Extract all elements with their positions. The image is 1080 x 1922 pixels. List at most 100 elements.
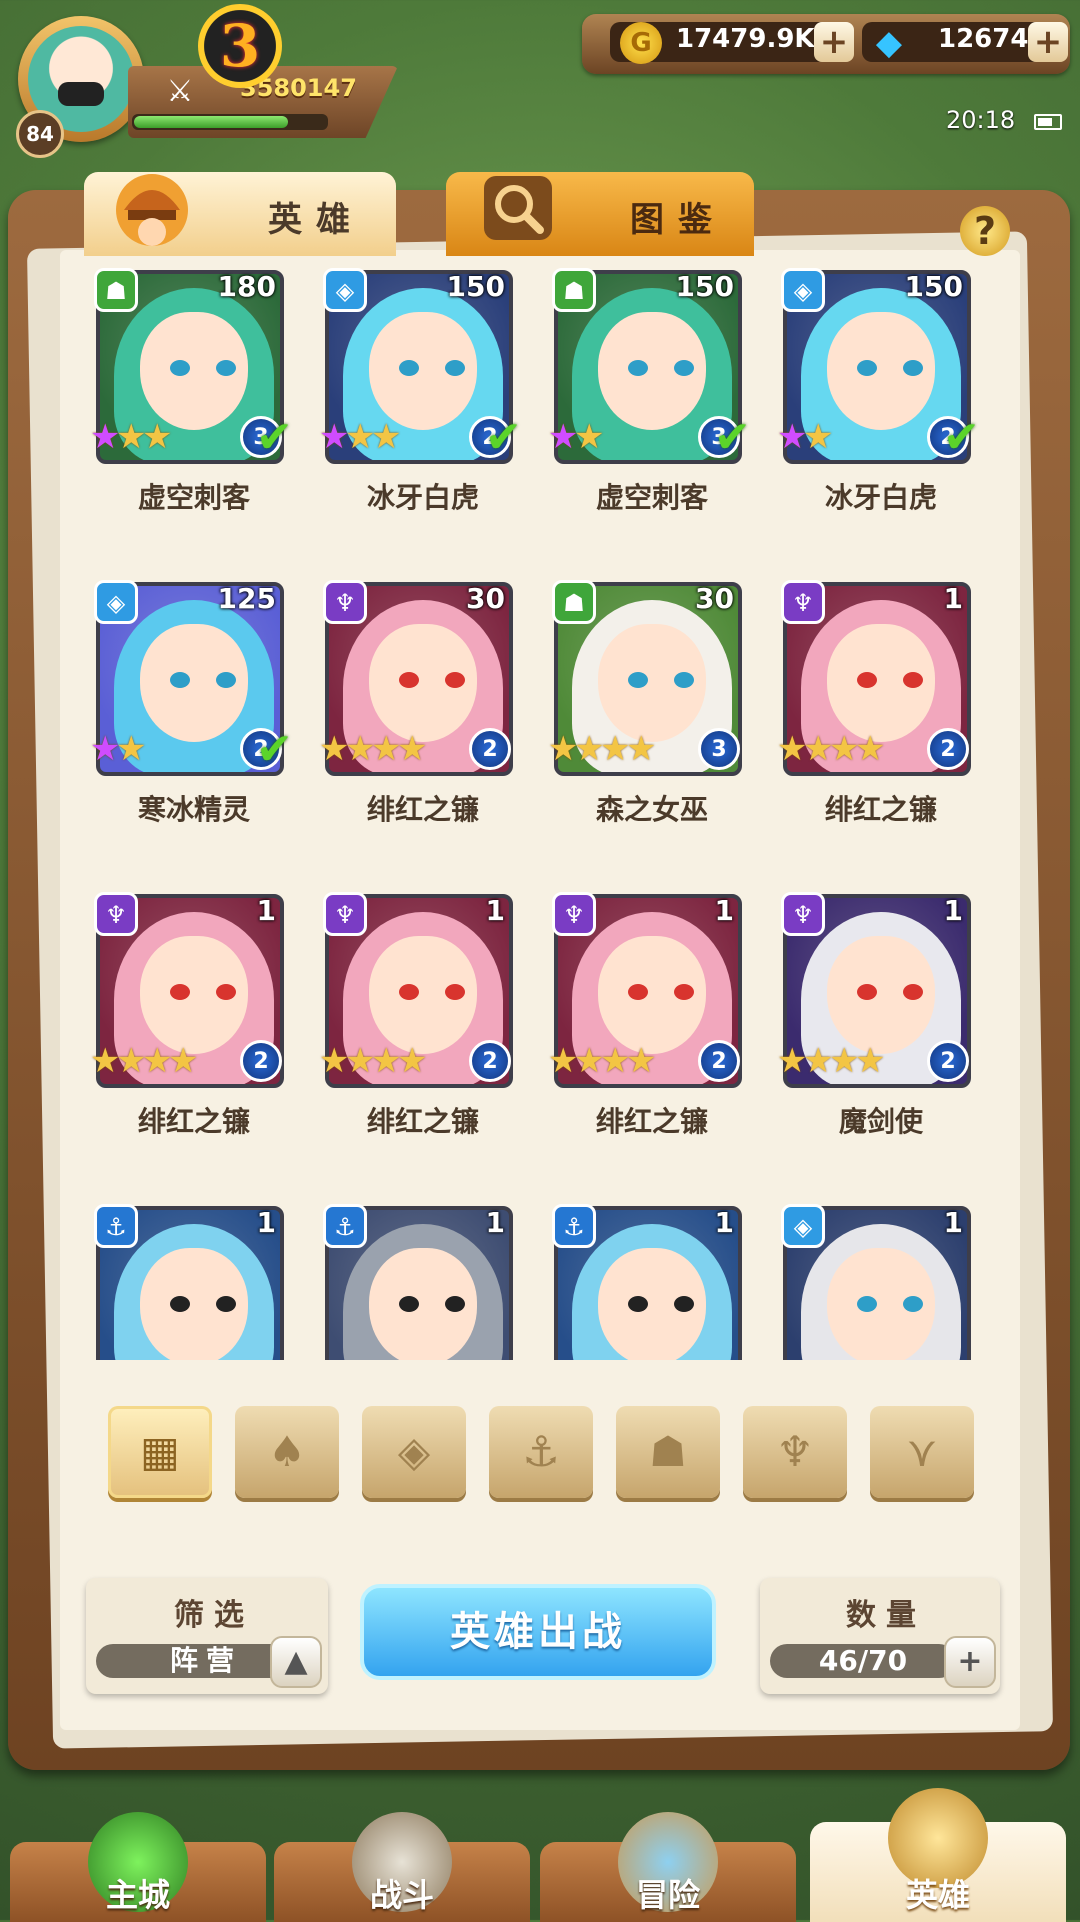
deployed-check-icon: ✔	[485, 412, 522, 463]
demon-camp-icon: ♆	[781, 580, 825, 624]
help-button[interactable]: ?	[960, 206, 1010, 256]
sea-camp-icon: ⚓	[94, 1204, 138, 1248]
hero-eye	[628, 984, 648, 1000]
hero-eye	[170, 672, 190, 688]
hero-rank-badge: 2	[469, 728, 511, 770]
star-icon: ★	[142, 417, 173, 457]
nav-hero[interactable]: 英雄	[810, 1788, 1066, 1922]
tab-atlas-label: 图鉴	[630, 200, 726, 240]
hero-card[interactable]: ♆ 1 ★★★★ 2 绯红之镰	[546, 890, 742, 1138]
hero-name: 虚空刺客	[595, 481, 708, 514]
nav-adventure-label: 冒险	[635, 1876, 700, 1914]
diamond-icon: ◆	[875, 23, 903, 63]
avatar-mask	[58, 82, 104, 106]
dark-camp-icon[interactable]: ⋎	[870, 1406, 974, 1498]
hero-eye	[216, 984, 236, 1000]
hero-stars: ★★	[777, 420, 833, 454]
hero-eye	[628, 360, 648, 376]
hero-level: 30	[466, 582, 505, 615]
sea-camp-icon: ⚓	[552, 1204, 596, 1248]
hero-name: 虚空刺客	[137, 481, 250, 514]
forest-camp-icon[interactable]: ♠	[235, 1406, 339, 1498]
hero-card[interactable]: ♆ 1 ★★★★ 2 绯红之镰	[775, 578, 971, 826]
hero-level: 150	[675, 270, 734, 303]
nav-battle-label: 战斗	[369, 1876, 434, 1914]
hero-stars: ★★★★	[777, 732, 885, 766]
beast-camp-icon[interactable]: ☗	[616, 1406, 720, 1498]
hero-name: 冰牙白虎	[366, 481, 479, 514]
hero-card[interactable]: ◈ 150 ★★★ 2 ✔ 冰牙白虎	[317, 266, 522, 514]
hero-card[interactable]: ◈ 125 ★★ 2 ✔ 寒冰精灵	[88, 578, 293, 826]
hero-card[interactable]: ⚓ 1	[546, 1202, 742, 1360]
hero-eye	[674, 1296, 694, 1312]
hero-card[interactable]: ◈ 150 ★★ 2 ✔ 冰牙白虎	[775, 266, 980, 514]
all-camps-icon[interactable]: ▦	[108, 1406, 212, 1498]
hero-eye	[216, 1296, 236, 1312]
nav-hero-label: 英雄	[905, 1876, 970, 1914]
ice-camp-icon[interactable]: ◈	[362, 1406, 466, 1498]
hero-card[interactable]: ♆ 30 ★★★★ 2 绯红之镰	[317, 578, 513, 826]
hero-card[interactable]: ☗ 150 ★★ 3 ✔ 虚空刺客	[546, 266, 751, 514]
hero-eye	[170, 1296, 190, 1312]
hero-eye	[170, 984, 190, 1000]
hero-card[interactable]: ☗ 30 ★★★★ 3 森之女巫	[546, 578, 742, 826]
star-icon: ★	[574, 417, 605, 457]
filter-label: 筛选	[174, 1598, 254, 1633]
filter-expand-button[interactable]: ▲	[270, 1636, 322, 1688]
nav-battle[interactable]: 战斗	[274, 1812, 530, 1922]
sea-camp-icon[interactable]: ⚓	[489, 1406, 593, 1498]
demon-camp-icon[interactable]: ♆	[743, 1406, 847, 1498]
deploy-heroes-button[interactable]: 英雄出战	[360, 1584, 716, 1680]
beast-camp-icon: ☗	[552, 268, 596, 312]
hero-eye	[674, 360, 694, 376]
beast-camp-icon: ☗	[552, 580, 596, 624]
hero-level: 125	[217, 582, 276, 615]
hero-card[interactable]: ♆ 1 ★★★★ 2 魔剑使	[775, 890, 971, 1138]
star-icon: ★	[371, 417, 402, 457]
hero-eye	[903, 984, 923, 1000]
hero-card[interactable]: ⚓ 1	[88, 1202, 284, 1360]
hero-rank-badge: 3	[698, 728, 740, 770]
gold-amount: 17479.9K	[676, 24, 815, 54]
hero-eye	[903, 672, 923, 688]
hero-name: 绯红之镰	[595, 1105, 708, 1138]
player-level-badge: 84	[16, 110, 64, 158]
hero-stars: ★★	[90, 732, 146, 766]
hero-level: 1	[943, 894, 963, 927]
hero-grid: ☗ 180 ★★★ 3 ✔ 虚空刺客 ◈ 150 ★★★ 2 ✔ 冰牙白虎 ☗ 150 ★★ 3 ✔ 虚空刺客 ◈ 1…	[86, 266, 998, 1360]
hero-stars: ★★★★	[319, 1044, 427, 1078]
star-icon: ★	[626, 729, 657, 769]
add-gold-button[interactable]: +	[814, 22, 854, 62]
deployed-check-icon: ✔	[714, 412, 751, 463]
hero-card[interactable]: ◈ 1	[775, 1202, 971, 1360]
deployed-check-icon: ✔	[256, 724, 293, 775]
gem-amount: 12674	[938, 24, 1029, 54]
magnifier-icon	[484, 176, 552, 240]
star-icon: ★	[168, 1041, 199, 1081]
clock: 20:18	[946, 106, 1016, 134]
sea-camp-icon: ⚓	[323, 1204, 367, 1248]
hero-name: 绯红之镰	[366, 1105, 479, 1138]
vip-level-badge[interactable]: 3	[198, 4, 282, 88]
hero-eye	[216, 360, 236, 376]
hero-name: 绯红之镰	[366, 793, 479, 826]
nav-city[interactable]: 主城	[10, 1812, 266, 1922]
expand-capacity-button[interactable]: +	[944, 1636, 996, 1688]
nav-adventure[interactable]: 冒险	[540, 1812, 796, 1922]
demon-camp-icon: ♆	[323, 580, 367, 624]
hero-stars: ★★★★	[90, 1044, 198, 1078]
deployed-check-icon: ✔	[943, 412, 980, 463]
add-gems-button[interactable]: +	[1028, 22, 1068, 62]
hero-eye	[628, 672, 648, 688]
hero-level: 1	[714, 894, 734, 927]
hero-eye	[399, 672, 419, 688]
hero-card[interactable]: ♆ 1 ★★★★ 2 绯红之镰	[88, 890, 284, 1138]
hero-card[interactable]: ♆ 1 ★★★★ 2 绯红之镰	[317, 890, 513, 1138]
hero-card[interactable]: ⚓ 1	[317, 1202, 513, 1360]
hero-stars: ★★★	[90, 420, 172, 454]
hero-eye	[445, 984, 465, 1000]
hero-name: 魔剑使	[838, 1105, 923, 1138]
demon-camp-icon: ♆	[323, 892, 367, 936]
hero-card[interactable]: ☗ 180 ★★★ 3 ✔ 虚空刺客	[88, 266, 293, 514]
deployed-check-icon: ✔	[256, 412, 293, 463]
